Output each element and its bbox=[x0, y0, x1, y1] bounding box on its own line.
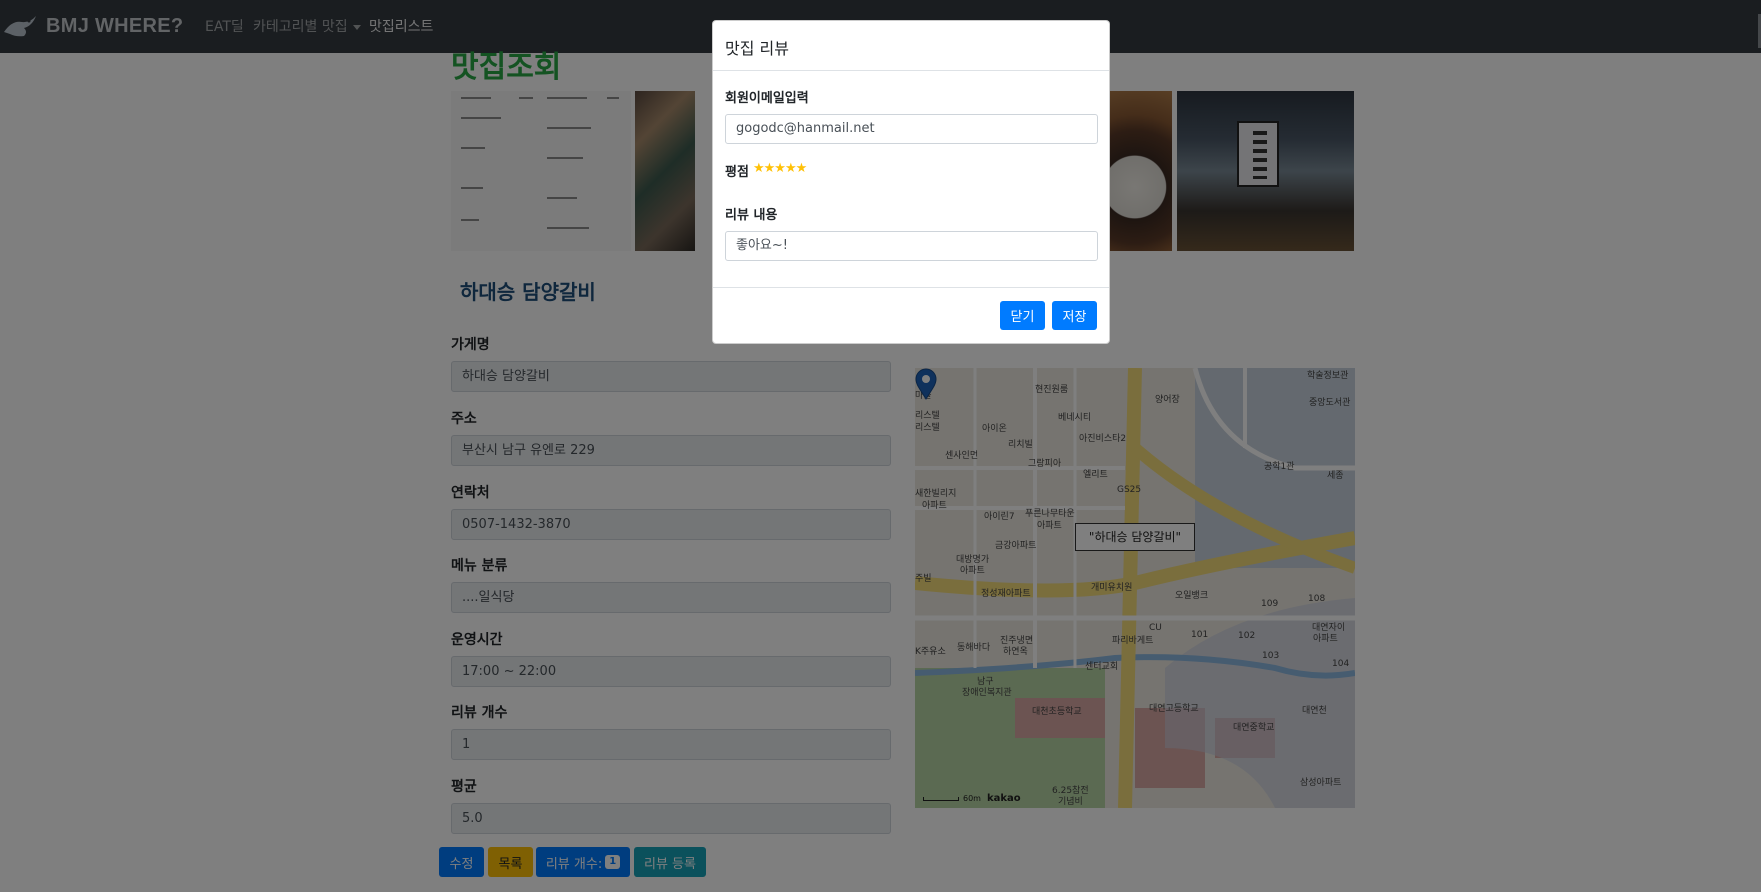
email-field[interactable]: gogodc@hanmail.net bbox=[725, 114, 1098, 144]
rating-label: 평점 bbox=[725, 165, 749, 180]
review-modal: 맛집 리뷰 회원이메일입력 gogodc@hanmail.net 평점 ★★★★… bbox=[712, 20, 1110, 344]
rating-stars[interactable]: ★★★★★ bbox=[753, 161, 807, 176]
modal-footer: 닫기 저장 bbox=[713, 287, 1109, 345]
review-content-field[interactable]: 좋아요~! bbox=[725, 231, 1098, 261]
close-button[interactable]: 닫기 bbox=[1000, 301, 1045, 330]
modal-title: 맛집 리뷰 bbox=[725, 39, 789, 58]
review-content-label: 리뷰 내용 bbox=[725, 208, 778, 223]
email-label: 회원이메일입력 bbox=[725, 91, 809, 106]
save-button[interactable]: 저장 bbox=[1052, 301, 1097, 330]
modal-header: 맛집 리뷰 bbox=[713, 21, 1109, 71]
